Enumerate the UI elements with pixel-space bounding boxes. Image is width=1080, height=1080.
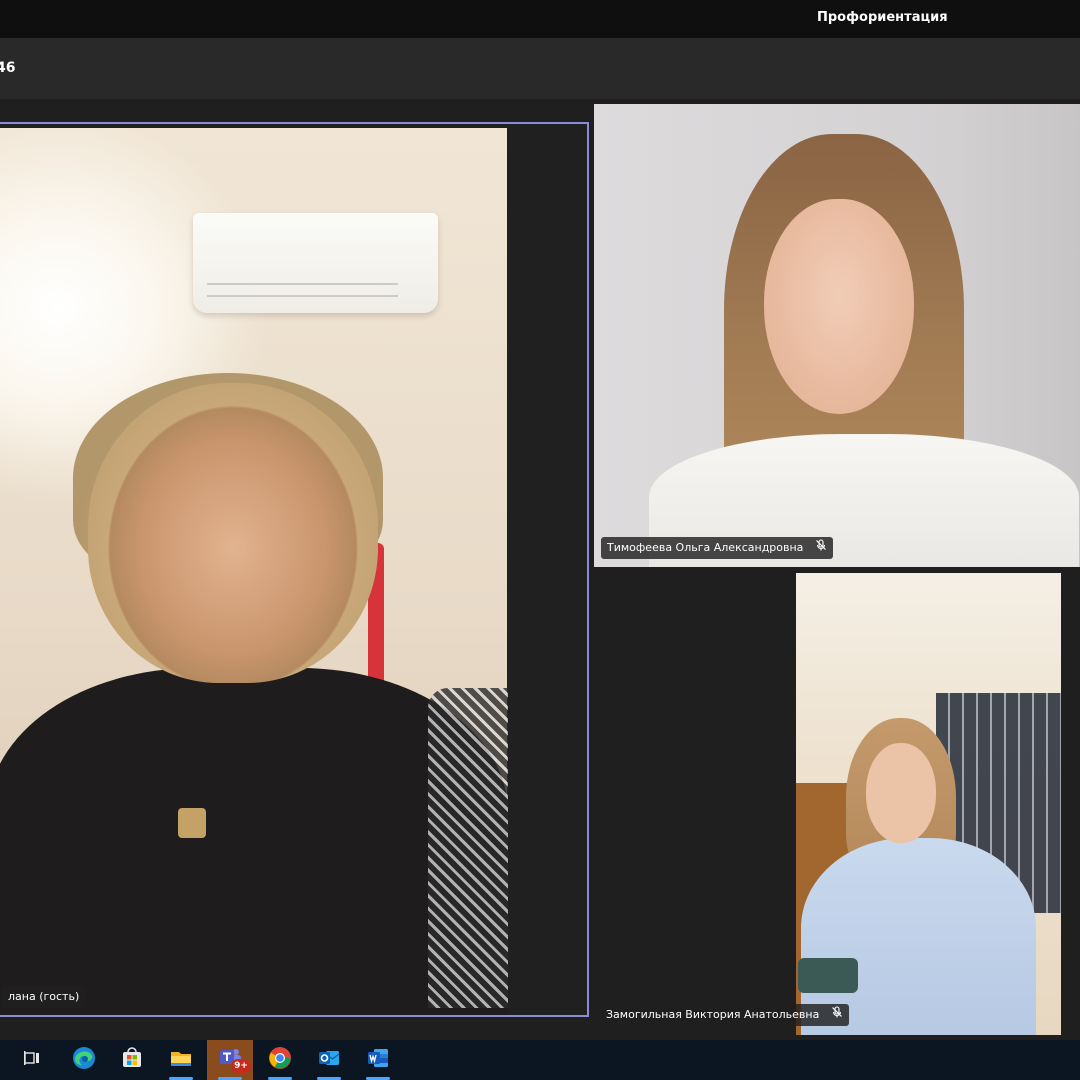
participant-name-tag: лана (гость) (2, 986, 86, 1008)
notification-badge: 9+ (231, 1059, 251, 1073)
video-stage: лана (гость) Тимофеева Ольга Александров… (0, 99, 1080, 1040)
outlook-button[interactable] (306, 1040, 352, 1080)
teams-button[interactable]: 9+ (207, 1040, 253, 1080)
participant-name-tag: Тимофеева Ольга Александровна (601, 537, 833, 559)
participant-name: Замогильная Виктория Анатольевна (606, 1008, 820, 1021)
air-conditioner (193, 213, 438, 313)
mic-muted-icon (831, 1004, 843, 1026)
participant-video (796, 573, 1061, 1035)
taskbar: 9+ (0, 1040, 1080, 1080)
word-button[interactable] (355, 1040, 401, 1080)
edge-button[interactable] (61, 1040, 107, 1080)
participant-video (0, 128, 508, 1015)
participant-face (866, 743, 936, 843)
chrome-icon (268, 1046, 292, 1074)
store-button[interactable] (109, 1040, 155, 1080)
meeting-timer: 46 (0, 60, 16, 76)
participant-phone (798, 958, 858, 993)
participant-face (764, 199, 914, 414)
participant-tile[interactable]: Тимофеева Ольга Александровна (594, 104, 1080, 567)
edge-icon (72, 1046, 96, 1074)
participant-tile[interactable] (796, 573, 1061, 1035)
title-bar: Профориентация (0, 0, 1080, 39)
mic-muted-icon (815, 537, 827, 559)
participant-pendant (178, 808, 206, 838)
participant-name: Тимофеева Ольга Александровна (607, 541, 804, 554)
store-icon (120, 1046, 144, 1074)
participant-face (88, 383, 378, 683)
participant-name-tag: Замогильная Виктория Анатольевна (600, 1004, 849, 1026)
participant-name: лана (гость) (8, 990, 80, 1003)
window-title: Профориентация (817, 10, 948, 25)
chrome-button[interactable] (257, 1040, 303, 1080)
task-view-icon (23, 1049, 41, 1071)
file-explorer-icon (169, 1046, 193, 1074)
file-explorer-button[interactable] (158, 1040, 204, 1080)
participant-scarf (428, 688, 508, 1008)
word-icon (366, 1046, 390, 1074)
participant-video (594, 104, 1080, 567)
outlook-icon (317, 1046, 341, 1074)
task-view-button[interactable] (9, 1040, 55, 1080)
meeting-toolbar: 46 (0, 39, 1080, 99)
participant-tile-main[interactable]: лана (гость) (0, 122, 589, 1017)
